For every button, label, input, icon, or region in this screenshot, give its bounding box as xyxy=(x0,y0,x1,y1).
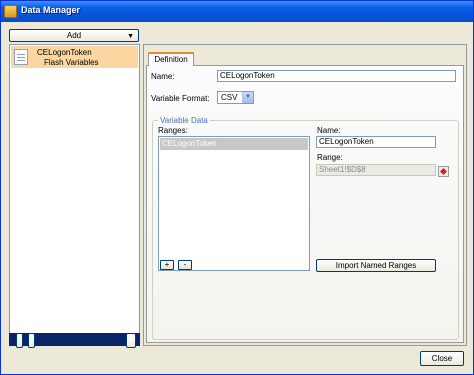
range-picker-icon[interactable] xyxy=(438,166,449,177)
variables-list[interactable]: CELogonToken Flash Variables xyxy=(9,44,140,346)
variable-type: Flash Variables xyxy=(44,58,99,67)
range-label: Range: xyxy=(317,153,343,162)
range-item[interactable]: CELogonToken xyxy=(160,138,308,150)
move-up-button[interactable]: ↑ xyxy=(16,333,23,348)
variable-format-label: Variable Format: xyxy=(151,94,210,103)
app-icon xyxy=(4,5,17,18)
delete-button[interactable]: ✕ xyxy=(126,333,136,348)
list-toolbar: ↑ ↓ ✕ xyxy=(9,333,140,348)
name-field[interactable]: CELogonToken xyxy=(217,70,456,82)
chevron-down-icon: ▼ xyxy=(242,92,253,103)
range-name-label: Name: xyxy=(317,126,341,135)
range-name-field[interactable]: CELogonToken xyxy=(316,136,436,148)
ranges-label: Ranges: xyxy=(158,126,188,135)
range-field[interactable]: Sheet1!$D$8 xyxy=(316,164,436,176)
variable-item[interactable]: CELogonToken Flash Variables xyxy=(11,46,138,68)
ranges-list[interactable]: CELogonToken xyxy=(158,136,310,271)
chevron-down-icon: ▼ xyxy=(127,33,134,40)
move-down-button[interactable]: ↓ xyxy=(28,333,35,348)
window-title: Data Manager xyxy=(21,5,81,15)
data-manager-window: Data Manager Add ▼ CELogonToken Flash Va… xyxy=(0,0,474,375)
variable-name: CELogonToken xyxy=(37,48,92,57)
add-button[interactable]: Add ▼ xyxy=(9,29,139,42)
add-range-button[interactable]: + xyxy=(160,260,174,270)
name-label: Name: xyxy=(151,72,175,81)
close-button[interactable]: Close xyxy=(420,351,464,366)
variable-data-title: Variable Data xyxy=(158,116,210,125)
add-button-label: Add xyxy=(66,31,82,40)
document-icon xyxy=(14,49,28,65)
remove-range-button[interactable]: - xyxy=(178,260,192,270)
tab-definition[interactable]: Definition xyxy=(148,52,194,66)
variable-format-value: CSV xyxy=(221,93,238,102)
variable-format-select[interactable]: CSV ▼ xyxy=(217,91,254,104)
import-named-ranges-button[interactable]: Import Named Ranges xyxy=(316,259,436,272)
title-bar[interactable]: Data Manager xyxy=(1,1,473,22)
